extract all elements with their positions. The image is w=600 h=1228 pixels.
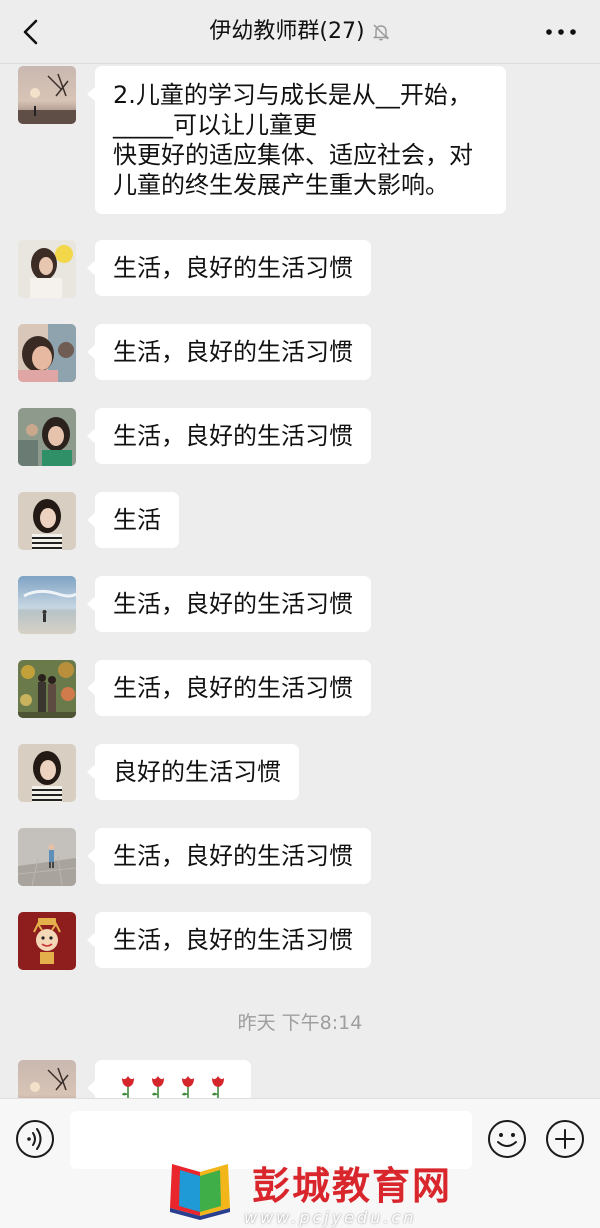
- message-bubble[interactable]: 2.儿童的学习与成长是从__开始， _____可以让儿童更 快更好的适应集体、适…: [87, 66, 506, 214]
- chat-title: 伊幼教师群(27): [209, 19, 365, 44]
- message-bubble[interactable]: 生活，良好的生活习惯: [87, 912, 371, 968]
- chat-title-group: 伊幼教师群(27): [0, 17, 600, 47]
- message-bubble[interactable]: 生活，良好的生活习惯: [87, 660, 371, 716]
- avatar-woman-striped[interactable]: [18, 492, 76, 550]
- book-logo-icon: [170, 1164, 230, 1220]
- message-bubble[interactable]: 生活，良好的生活习惯: [87, 828, 371, 884]
- message-text: 生活: [113, 506, 161, 534]
- voice-input-icon[interactable]: [15, 1119, 55, 1159]
- avatar-woman-striped[interactable]: [18, 744, 76, 802]
- rose-icon: [152, 1076, 164, 1098]
- message-text: 良好的生活习惯: [113, 758, 281, 786]
- more-options-icon[interactable]: [544, 22, 578, 42]
- message-bubble[interactable]: 生活，良好的生活习惯: [87, 408, 371, 464]
- message-list[interactable]: 2.儿童的学习与成长是从__开始， _____可以让儿童更 快更好的适应集体、适…: [0, 64, 600, 1098]
- avatar-child[interactable]: [18, 324, 76, 382]
- avatar-sunset[interactable]: [18, 66, 76, 124]
- watermark-text: 彭城教育网: [252, 1164, 453, 1208]
- rose-icon: [122, 1076, 134, 1098]
- nav-bar: 伊幼教师群(27): [0, 0, 600, 64]
- message-text: 生活，良好的生活习惯: [113, 254, 353, 282]
- message-bubble[interactable]: 生活，良好的生活习惯: [87, 576, 371, 632]
- message-bubble[interactable]: 生活，良好的生活习惯: [87, 240, 371, 296]
- watermark-url: www.pcjyedu.cn: [244, 1208, 417, 1227]
- message-bubble[interactable]: [87, 1060, 251, 1098]
- message-text: 生活，良好的生活习惯: [113, 674, 353, 702]
- message-line: _____可以让儿童更: [113, 111, 317, 139]
- watermark-logo: 彭城教育网 www.pcjyedu.cn: [160, 1158, 460, 1228]
- message-line: 2.儿童的学习与成长是从__开始，: [113, 81, 472, 109]
- time-separator: 昨天 下午8:14: [237, 1012, 363, 1034]
- avatar-woman-green[interactable]: [18, 408, 76, 466]
- avatar-beach[interactable]: [18, 576, 76, 634]
- message-text: 生活，良好的生活习惯: [113, 422, 353, 450]
- mute-bell-icon: [372, 24, 389, 41]
- message-text: 生活，良好的生活习惯: [113, 926, 353, 954]
- message-text: 生活，良好的生活习惯: [113, 590, 353, 618]
- avatar-child-walking[interactable]: [18, 828, 76, 886]
- avatar-girl-yellow[interactable]: [18, 240, 76, 298]
- message-text: 生活，良好的生活习惯: [113, 842, 353, 870]
- add-more-icon[interactable]: [545, 1119, 585, 1159]
- emoji-smiley-icon[interactable]: [487, 1119, 527, 1159]
- rose-icon: [182, 1076, 194, 1098]
- message-text: 生活，良好的生活习惯: [113, 338, 353, 366]
- rose-icon: [212, 1076, 224, 1098]
- message-bubble[interactable]: 生活: [87, 492, 179, 548]
- emoji-row: [119, 1073, 227, 1098]
- message-line: 快更好的适应集体、适应社会，对: [113, 141, 473, 169]
- message-bubble[interactable]: 生活，良好的生活习惯: [87, 324, 371, 380]
- message-line: 儿童的终生发展产生重大影响。: [113, 171, 449, 199]
- avatar-red-cartoon[interactable]: [18, 912, 76, 970]
- message-bubble[interactable]: 良好的生活习惯: [87, 744, 299, 800]
- avatar-sunset[interactable]: [18, 1060, 76, 1098]
- avatar-couple-flowers[interactable]: [18, 660, 76, 718]
